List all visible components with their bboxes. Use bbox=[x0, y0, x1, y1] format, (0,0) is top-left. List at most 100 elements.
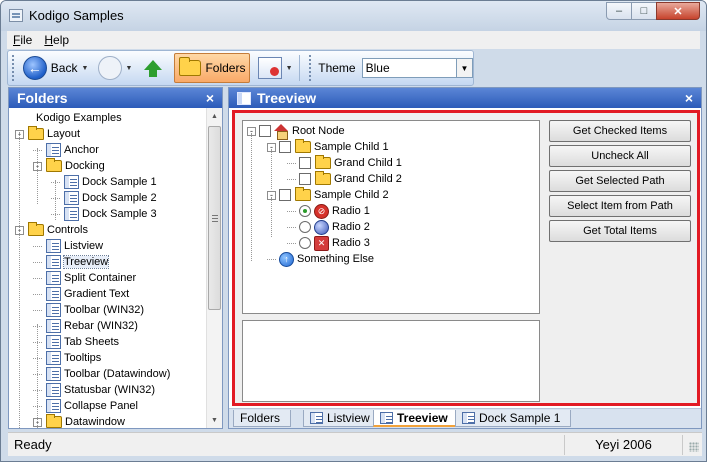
sample-tree-item[interactable]: Grand Child 2 bbox=[287, 171, 402, 187]
tab-treeview[interactable]: Treeview bbox=[373, 410, 459, 427]
tree-item[interactable]: - Controls bbox=[15, 222, 88, 238]
scroll-grip-icon bbox=[212, 215, 218, 222]
page-icon bbox=[46, 239, 61, 253]
tree-guide-line bbox=[271, 197, 272, 237]
folders-label: Folders bbox=[205, 61, 246, 75]
forward-button[interactable] bbox=[98, 56, 122, 80]
tree-item[interactable]: Gradient Text bbox=[33, 286, 129, 302]
tree-item-label: Controls bbox=[47, 224, 88, 236]
theme-select[interactable]: Blue ▼ bbox=[361, 58, 474, 78]
theme-label: Theme bbox=[318, 61, 356, 75]
scroll-down-icon[interactable]: ▼ bbox=[207, 412, 222, 428]
tree-item[interactable]: Tab Sheets bbox=[33, 334, 119, 350]
up-folder-icon[interactable] bbox=[144, 60, 163, 77]
sample-tree-item[interactable]: ⊘ Radio 1 bbox=[287, 203, 370, 219]
sample-tree-item[interactable]: - Root Node bbox=[247, 123, 345, 140]
tree-item[interactable]: Kodigo Examples bbox=[15, 110, 122, 126]
page-icon bbox=[46, 143, 61, 157]
chevron-down-icon[interactable]: ▼ bbox=[456, 59, 473, 77]
status-bar: Ready Yeyi 2006 bbox=[8, 432, 702, 456]
tab-dock-sample-1[interactable]: Dock Sample 1 bbox=[455, 410, 572, 427]
sample-tree-item[interactable]: Grand Child 1 bbox=[287, 155, 402, 171]
page-icon bbox=[46, 367, 61, 381]
folder-icon bbox=[315, 155, 331, 169]
sample-tree-item[interactable]: - Sample Child 2 bbox=[267, 187, 389, 203]
tree-item[interactable]: Dock Sample 2 bbox=[51, 190, 157, 206]
home-icon bbox=[274, 123, 289, 140]
treeview-panel-close-icon[interactable]: × bbox=[685, 90, 693, 106]
tree-item[interactable]: Statusbar (WIN32) bbox=[33, 382, 155, 398]
page-icon bbox=[46, 335, 61, 349]
tree-item[interactable]: - Docking bbox=[33, 158, 105, 174]
tree-item[interactable]: - Datawindow bbox=[33, 414, 125, 428]
tree-item-label: Split Container bbox=[64, 272, 137, 284]
error-icon: ✕ bbox=[314, 235, 329, 251]
forward-dropdown-icon[interactable]: ▼ bbox=[126, 65, 133, 72]
uncheck-all-button[interactable]: Uncheck All bbox=[549, 145, 691, 167]
tree-item[interactable]: Dock Sample 3 bbox=[51, 206, 157, 222]
close-button[interactable]: ✕ bbox=[656, 2, 700, 20]
document-tabs: Folders Listview Treeview Dock Sample 1 bbox=[229, 408, 701, 428]
toolbar-grip-icon[interactable] bbox=[11, 54, 16, 82]
status-author: Yeyi 2006 bbox=[564, 434, 682, 455]
radio-button[interactable] bbox=[299, 221, 311, 233]
tree-item[interactable]: Treeview bbox=[33, 254, 110, 270]
tree-item-label: Gradient Text bbox=[64, 288, 130, 300]
folder-icon bbox=[295, 139, 311, 153]
sample-tree-item[interactable]: - Sample Child 1 bbox=[267, 139, 389, 155]
window-title: Kodigo Samples bbox=[29, 8, 124, 23]
sample-tree-item-label: Root Node bbox=[292, 125, 345, 137]
output-box[interactable] bbox=[242, 320, 540, 402]
tree-item[interactable]: Collapse Panel bbox=[33, 398, 138, 414]
page-icon bbox=[46, 303, 61, 317]
get-selected-path-button[interactable]: Get Selected Path bbox=[549, 170, 691, 192]
tab-listview[interactable]: Listview bbox=[303, 410, 381, 427]
menu-file[interactable]: File bbox=[7, 33, 38, 47]
title-bar[interactable]: Kodigo Samples – □ ✕ bbox=[1, 1, 706, 31]
sample-tree[interactable]: - Root Node - Sample Child 1 Grand Child 1 Gr… bbox=[242, 120, 540, 314]
tab-folders[interactable]: Folders bbox=[233, 410, 292, 427]
checkbox[interactable] bbox=[279, 141, 291, 153]
menu-help[interactable]: Help bbox=[38, 33, 75, 47]
folders-button[interactable]: Folders bbox=[174, 53, 251, 83]
checkbox[interactable] bbox=[279, 189, 291, 201]
scroll-up-icon[interactable]: ▲ bbox=[207, 108, 222, 124]
minimize-button[interactable]: – bbox=[606, 2, 632, 20]
views-dropdown-icon[interactable]: ▼ bbox=[286, 65, 293, 72]
maximize-button[interactable]: □ bbox=[631, 2, 657, 20]
tree-item[interactable]: Rebar (WIN32) bbox=[33, 318, 138, 334]
resize-grip-icon[interactable] bbox=[682, 434, 702, 455]
folders-scrollbar[interactable]: ▲ ▼ bbox=[206, 108, 222, 428]
stop-icon: ⊘ bbox=[314, 203, 329, 219]
tree-item-label: Docking bbox=[65, 160, 105, 172]
page-icon bbox=[64, 191, 79, 205]
tree-item[interactable]: Dock Sample 1 bbox=[51, 174, 157, 190]
theme-grip-icon[interactable] bbox=[308, 54, 314, 82]
tree-item[interactable]: Split Container bbox=[33, 270, 136, 286]
radio-button-selected[interactable] bbox=[299, 205, 311, 217]
get-total-items-button[interactable]: Get Total Items bbox=[549, 220, 691, 242]
sample-tree-item[interactable]: ↑ Something Else bbox=[267, 251, 374, 267]
sample-tree-item[interactable]: Radio 2 bbox=[287, 219, 370, 235]
checkbox[interactable] bbox=[259, 125, 271, 137]
tree-item[interactable]: Tooltips bbox=[33, 350, 101, 366]
page-icon bbox=[380, 411, 393, 424]
get-checked-items-button[interactable]: Get Checked Items bbox=[549, 120, 691, 142]
tree-item[interactable]: Listview bbox=[33, 238, 103, 254]
folders-panel-close-icon[interactable]: × bbox=[206, 90, 214, 106]
page-icon bbox=[46, 399, 61, 413]
tree-item[interactable]: Toolbar (Datawindow) bbox=[33, 366, 170, 382]
tree-item[interactable]: - Layout bbox=[15, 126, 80, 142]
back-dropdown-icon[interactable]: ▼ bbox=[81, 65, 88, 72]
tree-item[interactable]: Toolbar (WIN32) bbox=[33, 302, 144, 318]
select-item-from-path-button[interactable]: Select Item from Path bbox=[549, 195, 691, 217]
toolbar-separator bbox=[298, 55, 300, 81]
checkbox[interactable] bbox=[299, 173, 311, 185]
views-icon[interactable] bbox=[258, 57, 282, 79]
sample-tree-item[interactable]: ✕ Radio 3 bbox=[287, 235, 370, 251]
back-button[interactable]: ← Back ▼ bbox=[19, 53, 93, 83]
checkbox[interactable] bbox=[299, 157, 311, 169]
radio-button[interactable] bbox=[299, 237, 311, 249]
tree-item[interactable]: Anchor bbox=[33, 142, 99, 158]
scroll-thumb[interactable] bbox=[208, 126, 221, 310]
